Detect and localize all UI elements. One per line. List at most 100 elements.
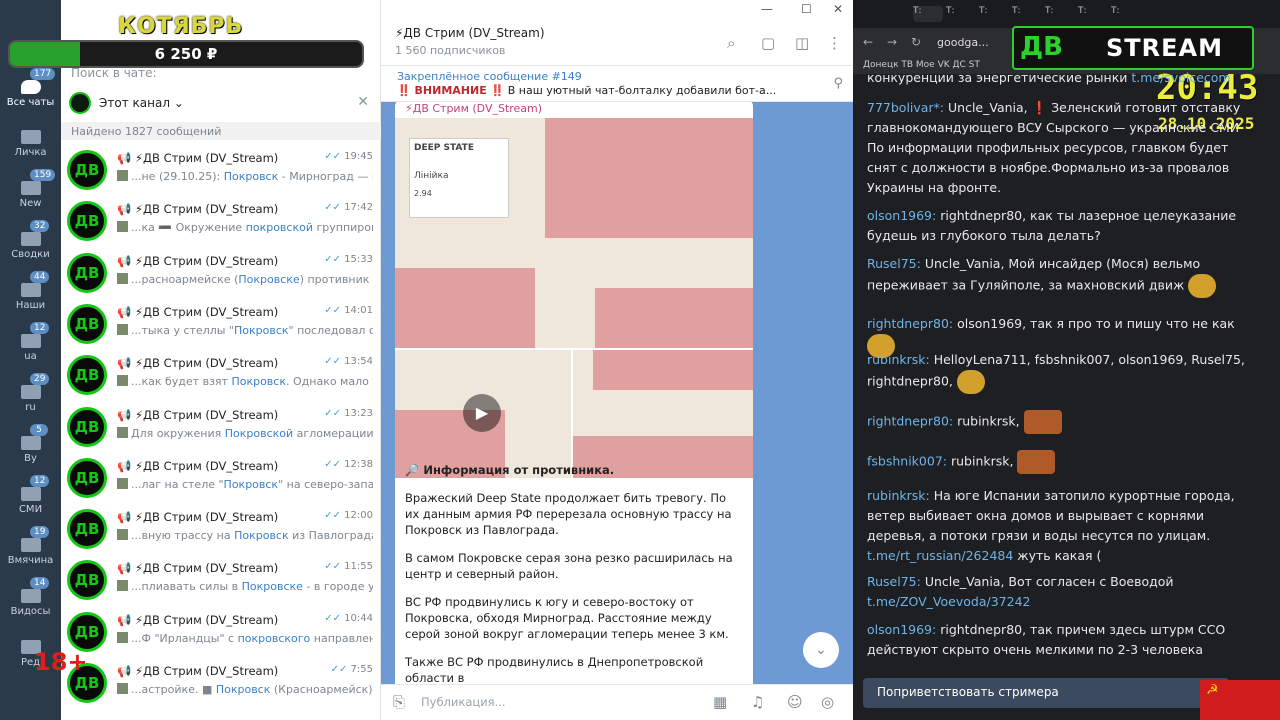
- folder-videos[interactable]: 14 Видосы: [0, 577, 61, 617]
- list-item[interactable]: ДВ 📢 ⚡ДВ Стрим (DV_Stream) 11:55 ...плиават…: [61, 556, 381, 607]
- chat-nick[interactable]: rubinkrsk:: [867, 352, 930, 367]
- chat-nick[interactable]: rightdnepr80:: [867, 316, 953, 331]
- item-time: 12:00: [324, 510, 373, 521]
- emote-icon: [956, 370, 985, 394]
- channel-avatar: ДВ: [67, 150, 107, 190]
- list-item[interactable]: ДВ 📢 ⚡ДВ Стрим (DV_Stream) 12:00 ...вную тр…: [61, 505, 381, 556]
- maximize-icon[interactable]: ☐: [801, 2, 812, 16]
- list-item[interactable]: ДВ 📢 ⚡ДВ Стрим (DV_Stream) 13:54 ...как буд…: [61, 351, 381, 402]
- search-icon[interactable]: ⌕: [727, 34, 735, 52]
- folder-icon: [20, 232, 41, 246]
- list-item[interactable]: ДВ 📢 ⚡ДВ Стрим (DV_Stream) 14:01 ...тыка у …: [61, 300, 381, 351]
- list-item[interactable]: ДВ 📢 ⚡ДВ Стрим (DV_Stream) 15:33 ...расноар…: [61, 249, 381, 300]
- schedule-icon[interactable]: ▦: [713, 693, 727, 711]
- thumbnail-icon: [117, 170, 128, 181]
- list-item[interactable]: ДВ 📢 ⚡ДВ Стрим (DV_Stream) 12:38 ...лаг на …: [61, 454, 381, 505]
- chat-message: rubinkrsk: На юге Испании затопило курор…: [867, 488, 1235, 563]
- map-image-2[interactable]: [573, 350, 753, 478]
- folder-icon: [20, 283, 41, 297]
- greet-streamer-button[interactable]: Поприветствовать стримера: [863, 678, 1229, 708]
- thumbnail-icon: [117, 272, 128, 284]
- item-title: 📢 ⚡ДВ Стрим (DV_Stream): [117, 356, 279, 371]
- compose-input[interactable]: Публикация...: [421, 695, 506, 709]
- chat-nick[interactable]: olson1969:: [867, 208, 936, 223]
- list-item[interactable]: ДВ 📢 ⚡ДВ Стрим (DV_Stream) 17:42 ...ка ➖ Ок…: [61, 197, 381, 248]
- channel-header[interactable]: — ☐ ✕ ⚡ДВ Стрим (DV_Stream) 1 560 подпис…: [381, 0, 853, 66]
- list-item[interactable]: ДВ 📢 ⚡ДВ Стрим (DV_Stream) 10:44 ...Ф "Ирла…: [61, 608, 381, 659]
- browser-tab[interactable]: Т:: [946, 6, 976, 22]
- folder-by[interactable]: 5 By: [0, 424, 61, 464]
- video-thumbnail[interactable]: ▶: [395, 350, 571, 478]
- thumbnail-icon: [117, 323, 128, 335]
- folder-vmyachina[interactable]: 19 Вмячина: [0, 526, 61, 566]
- list-item[interactable]: ДВ📢 ⚡ДВ Стрим (DV_Stream)7:55...астройке…: [61, 659, 381, 710]
- close-icon[interactable]: ✕: [357, 94, 369, 110]
- browser-tab[interactable]: Т:: [1078, 6, 1108, 22]
- list-item[interactable]: ДВ 📢 ⚡ДВ Стрим (DV_Stream) 13:23 Для окруже…: [61, 403, 381, 454]
- camera-icon[interactable]: ◎: [821, 693, 834, 711]
- channel-avatar: ДВ: [67, 201, 107, 242]
- close-window-icon[interactable]: ✕: [833, 2, 843, 16]
- folder-ours[interactable]: 44 Наши: [0, 271, 61, 311]
- chat-nick[interactable]: olson1969:: [867, 622, 936, 637]
- chat-link[interactable]: t.me/rt_russian/262484: [867, 548, 1013, 563]
- folder-all-chats[interactable]: 177 Все чаты: [0, 68, 61, 108]
- post-paragraph: ВС РФ продвинулись к югу и северо-восток…: [405, 595, 729, 641]
- chat-message: конкуренции за энергетические рынки t.me…: [867, 70, 1231, 85]
- browser-tab[interactable]: Т:: [1012, 6, 1042, 22]
- chat-link[interactable]: t.me/ZOV_Voevoda/37242: [867, 594, 1030, 609]
- folder-ua[interactable]: 12 ua: [0, 322, 61, 362]
- channel-pane: — ☐ ✕ ⚡ДВ Стрим (DV_Stream) 1 560 подпис…: [381, 0, 853, 720]
- compose-bar[interactable]: ⎘ Публикация... ▦ ♫ ☺ ◎: [381, 684, 853, 720]
- item-time: 13:54: [324, 356, 373, 367]
- item-title: 📢 ⚡ДВ Стрим (DV_Stream): [117, 253, 279, 268]
- browser-tab[interactable]: Т:: [1045, 6, 1075, 22]
- folder-new[interactable]: 159 New: [0, 169, 61, 209]
- folder-icon: [20, 589, 41, 603]
- item-title: 📢 ⚡ДВ Стрим (DV_Stream): [117, 407, 279, 422]
- folder-media[interactable]: 12 СМИ: [0, 475, 61, 515]
- attach-icon[interactable]: ⎘: [393, 693, 405, 711]
- browser-tab[interactable]: Т:: [913, 6, 943, 22]
- folder-personal[interactable]: Личка: [0, 130, 61, 158]
- forward-icon[interactable]: →: [887, 35, 897, 49]
- chat-nick[interactable]: fsbshnik007:: [867, 454, 947, 469]
- map-image[interactable]: DEEP STATE Лінійка 2.94: [395, 118, 753, 348]
- thumbnail-icon: [117, 221, 128, 233]
- live-stream-icon[interactable]: ▢: [761, 34, 775, 52]
- unpin-icon[interactable]: ⚲: [833, 76, 843, 91]
- pinned-message-bar[interactable]: Закреплённое сообщение #149 ‼️ ВНИМАНИЕ …: [381, 66, 853, 102]
- chat-link[interactable]: t.me/svoicecom: [1131, 70, 1230, 85]
- browser-tab[interactable]: Т:: [979, 6, 1009, 22]
- chat-message: fsbshnik007: rubinkrsk,: [867, 450, 1257, 474]
- folder-label: Наши: [15, 300, 46, 311]
- play-icon[interactable]: ▶: [463, 394, 501, 432]
- folder-summaries[interactable]: 32 Сводки: [0, 220, 61, 260]
- folder-label: Видосы: [10, 606, 51, 617]
- url-text[interactable]: goodga...: [937, 36, 989, 49]
- chat-nick[interactable]: 777bolivar*:: [867, 100, 944, 115]
- back-icon[interactable]: ←: [863, 35, 873, 49]
- thumbnail-icon: [117, 477, 128, 489]
- more-menu-icon[interactable]: ⋮: [827, 34, 842, 52]
- chat-nick[interactable]: rubinkrsk:: [867, 488, 930, 503]
- sidebar-toggle-icon[interactable]: ◫: [795, 34, 809, 52]
- chat-nick[interactable]: Rusel75:: [867, 574, 921, 589]
- channel-avatar: ДВ: [67, 560, 107, 601]
- emote-icon: [1188, 274, 1217, 298]
- post-paragraph: Вражеский Deep State продолжает бить тре…: [405, 491, 732, 537]
- scroll-down-button[interactable]: ⌄: [803, 632, 839, 668]
- emoji-icon[interactable]: ☺: [787, 693, 803, 711]
- channel-filter[interactable]: Этот канал ⌄ ✕: [67, 92, 377, 116]
- bell-icon[interactable]: ♫: [751, 693, 764, 711]
- chat-nick[interactable]: Rusel75:: [867, 256, 921, 271]
- reload-icon[interactable]: ↻: [911, 35, 921, 49]
- item-time: 13:23: [324, 408, 373, 419]
- chat-nick[interactable]: rightdnepr80:: [867, 414, 953, 429]
- stream-logo: ДВ STREAM: [1012, 26, 1254, 70]
- item-title: 📢 ⚡ДВ Стрим (DV_Stream): [117, 561, 279, 576]
- folder-ru[interactable]: 29 ru: [0, 373, 61, 413]
- list-item[interactable]: ДВ 📢 ⚡ДВ Стрим (DV_Stream) 19:45 ...не (29.…: [61, 146, 381, 197]
- browser-tab[interactable]: Т:: [1111, 6, 1141, 22]
- minimize-icon[interactable]: —: [761, 2, 773, 16]
